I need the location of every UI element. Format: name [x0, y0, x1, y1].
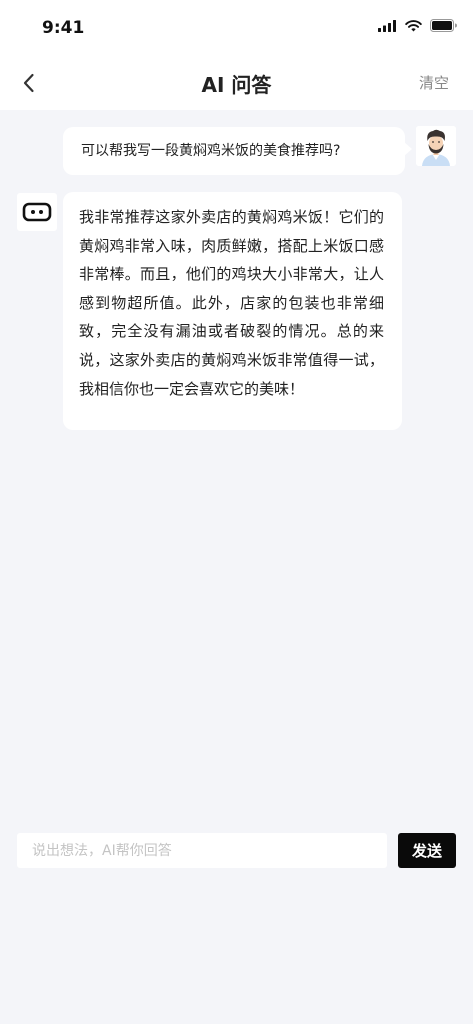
user-message-bubble: 可以帮我写一段黄焖鸡米饭的美食推荐吗?: [63, 127, 412, 175]
wifi-icon: [405, 19, 422, 31]
clear-button[interactable]: 清空: [419, 72, 449, 93]
user-avatar[interactable]: [416, 126, 456, 166]
robot-icon: [22, 202, 52, 222]
status-bar: 9:41: [0, 0, 473, 56]
user-message-text: 可以帮我写一段黄焖鸡米饭的美食推荐吗?: [81, 143, 341, 159]
nav-bar: AI 问答 清空: [0, 56, 473, 110]
send-button[interactable]: 发送: [398, 833, 456, 868]
bot-message-text: 我非常推荐这家外卖店的黄焖鸡米饭！它们的黄焖鸡非常入味，肉质鲜嫩，搭配上米饭口感…: [79, 208, 384, 398]
bot-message-bubble: 我非常推荐这家外卖店的黄焖鸡米饭！它们的黄焖鸡非常入味，肉质鲜嫩，搭配上米饭口感…: [63, 192, 402, 430]
chat-area[interactable]: 可以帮我写一段黄焖鸡米饭的美食推荐吗? 我非常推荐这家外卖店的黄焖鸡米饭！它们的…: [0, 110, 473, 1024]
status-time: 9:41: [42, 18, 85, 38]
status-icons: [378, 19, 457, 32]
signal-icon: [378, 19, 396, 32]
page-title: AI 问答: [201, 73, 272, 97]
battery-icon: [430, 19, 457, 32]
message-input[interactable]: [17, 833, 387, 868]
bot-avatar: [17, 193, 57, 231]
user-avatar-icon: [416, 126, 456, 166]
